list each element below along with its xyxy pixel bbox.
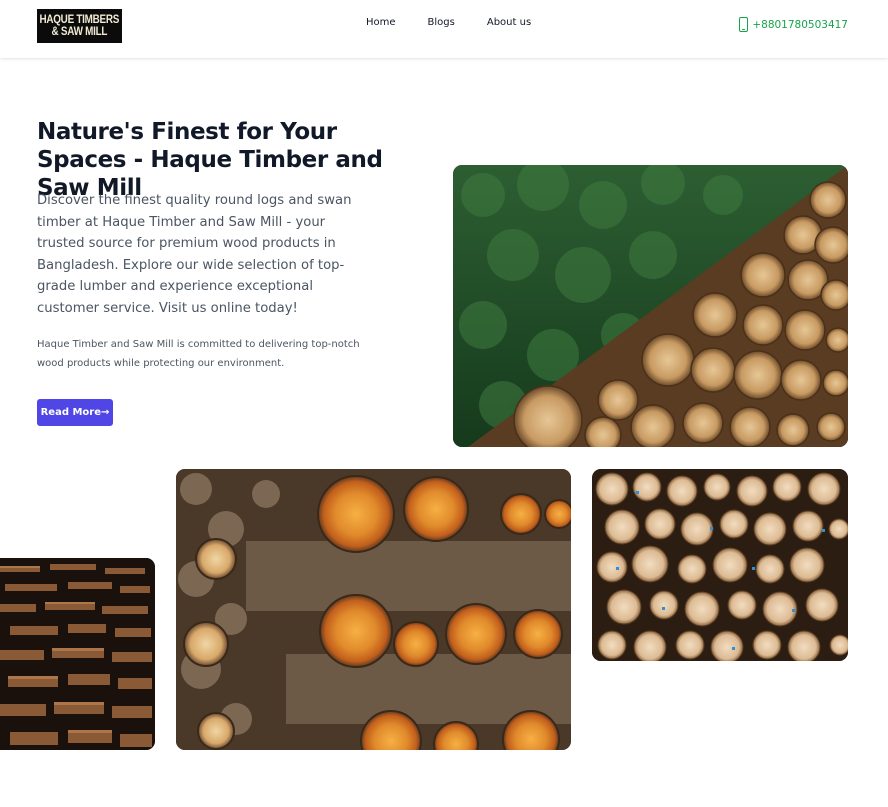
nav-about-link[interactable]: About us	[487, 17, 531, 28]
nav-home-link[interactable]: Home	[366, 17, 396, 28]
read-more-button[interactable]: Read More→	[37, 399, 113, 426]
stacked-logs-image	[176, 469, 571, 750]
main-nav: Home Blogs About us	[366, 17, 531, 28]
phone-contact[interactable]: +8801780503417	[739, 17, 848, 32]
site-header: HAQUE TIMBERS & SAW MILL Home Blogs Abou…	[0, 0, 888, 58]
hero-description: Discover the finest quality round logs a…	[37, 193, 352, 316]
logo-line-1: HAQUE TIMBERS	[39, 14, 120, 26]
phone-number: +8801780503417	[752, 18, 848, 31]
logo-line-2: & SAW MILL	[51, 26, 108, 38]
mobile-phone-icon	[739, 17, 749, 32]
site-logo[interactable]: HAQUE TIMBERS & SAW MILL	[37, 9, 122, 43]
log-ends-image	[592, 469, 848, 661]
forest-logs-image	[453, 165, 848, 447]
nav-blogs-link[interactable]: Blogs	[428, 17, 455, 28]
hero-note: Haque Timber and Saw Mill is committed t…	[37, 339, 360, 369]
wood-planks-image	[0, 558, 155, 750]
